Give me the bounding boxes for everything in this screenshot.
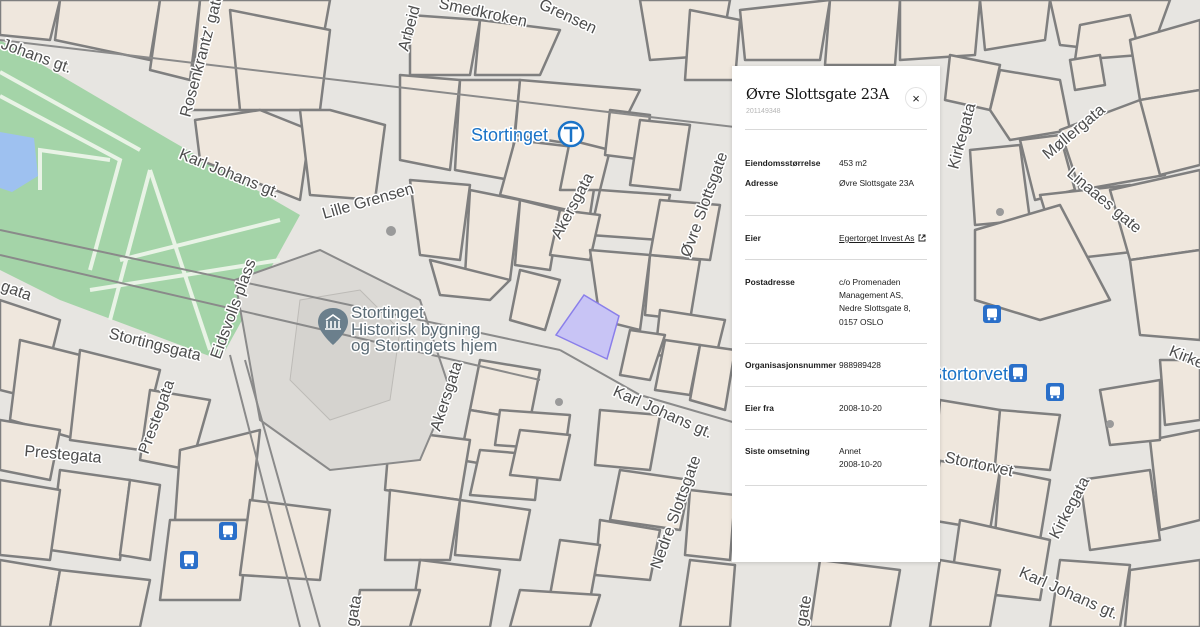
row-orgnr: Organisasjonsnummer 988989428 (745, 359, 927, 372)
row-size: Eiendomsstørrelse 453 m2 (745, 157, 927, 170)
orgnr-value: 988989428 (839, 359, 881, 370)
size-label: Eiendomsstørrelse (745, 158, 821, 168)
last-sale-label: Siste omsetning (745, 445, 810, 456)
section-owner: Eier Egertorget Invest As (745, 216, 927, 260)
station-label: Stortinget (471, 125, 548, 145)
map-canvas[interactable]: Johans gt. Rosenkrantz' gate Arbeid Smed… (0, 0, 1200, 627)
close-button[interactable]: × (905, 87, 927, 109)
square-label: Stortorvet (930, 364, 1008, 384)
bus-stop-icon[interactable] (1009, 364, 1027, 382)
panel-header: Øvre Slottsgate 23A 201149348 × (745, 66, 927, 130)
bus-stop-icon[interactable] (180, 551, 198, 569)
bus-stop-icon[interactable] (983, 305, 1001, 323)
property-panel: Øvre Slottsgate 23A 201149348 × Eiendoms… (732, 66, 940, 562)
bus-stop-icon[interactable] (219, 522, 237, 540)
panel-subtitle: 201149348 (746, 108, 781, 115)
row-last-sale: Siste omsetning Annet 2008-10-20 (745, 445, 927, 471)
address-value: Øvre Slottsgate 23A (839, 178, 914, 188)
panel-title: Øvre Slottsgate 23A (746, 87, 889, 103)
size-value: 453 m2 (839, 158, 867, 168)
row-address: Adresse Øvre Slottsgate 23A (745, 177, 927, 190)
external-link-icon[interactable] (918, 233, 926, 246)
postal-label: Postadresse (745, 277, 795, 287)
row-owner: Eier Egertorget Invest As (745, 232, 927, 246)
section-postal: Postadresse c/o Promenaden Management AS… (745, 260, 927, 344)
postal-line: 0157 OSLO (839, 316, 884, 327)
row-postal: Postadresse c/o Promenaden Management AS… (745, 276, 927, 329)
metro-station[interactable]: Stortinget (470, 120, 585, 148)
owner-since-label: Eier fra (745, 402, 774, 413)
last-sale-date: 2008-10-20 (839, 458, 882, 469)
postal-line: Management AS, (839, 290, 904, 301)
metro-station-icon (557, 120, 585, 148)
owner-label: Eier (745, 233, 761, 243)
postal-line: Nedre Slottsgate 8, (839, 303, 911, 314)
section-property: Eiendomsstørrelse 453 m2 Adresse Øvre Sl… (745, 130, 927, 216)
section-owner-since: Eier fra 2008-10-20 (745, 387, 927, 430)
poi-subtitle-2: og Stortingets hjem (351, 336, 497, 355)
owner-since-value: 2008-10-20 (839, 402, 882, 413)
owner-link[interactable]: Egertorget Invest As (839, 233, 914, 243)
bus-stop-icon[interactable] (1046, 383, 1064, 401)
section-orgnr: Organisasjonsnummer 988989428 (745, 344, 927, 387)
close-icon: × (912, 90, 920, 106)
last-sale-type: Annet (839, 445, 861, 456)
section-last-sale: Siste omsetning Annet 2008-10-20 (745, 430, 927, 486)
row-owner-since: Eier fra 2008-10-20 (745, 402, 927, 415)
postal-line: c/o Promenaden (839, 277, 901, 287)
address-label: Adresse (745, 178, 779, 188)
orgnr-label: Organisasjonsnummer (745, 359, 837, 370)
